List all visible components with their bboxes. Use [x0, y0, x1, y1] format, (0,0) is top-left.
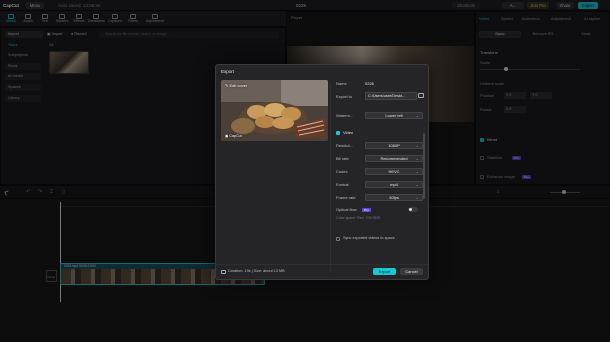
sync-label: Sync exported videos to space [343, 236, 395, 240]
edit-cover-button[interactable]: ✎ Edit cover [225, 83, 247, 88]
bitrate-select[interactable]: Recommended ⌄ [365, 155, 423, 162]
watermark-logo: ▣ CapCut [225, 134, 242, 138]
framerate-select[interactable]: 30fps ⌄ [365, 194, 423, 201]
toggle-knob [409, 208, 412, 211]
bread-photo [221, 80, 328, 141]
name-label: Name [336, 81, 347, 86]
chevron-down-icon: ⌄ [415, 113, 419, 118]
export-path-field[interactable]: C:/Users/user/Deskt... [365, 92, 417, 100]
video-checkbox[interactable] [336, 131, 340, 135]
cover-image[interactable]: ✎ Edit cover ▣ CapCut [221, 80, 328, 141]
cancel-button[interactable]: Cancel [400, 268, 423, 275]
resolution-label: Resolut... [336, 143, 353, 148]
bitrate-label: Bit rate [336, 156, 349, 161]
format-label: Format [336, 182, 349, 187]
export-button[interactable]: Export [373, 268, 396, 275]
pro-badge: Pro [362, 208, 371, 212]
format-select[interactable]: mp4 ⌄ [365, 181, 423, 188]
optical-flow-label: Optical flow [336, 207, 357, 212]
chevron-down-icon: ⌄ [415, 156, 419, 161]
film-icon [221, 270, 226, 274]
video-section-label: Video [343, 130, 354, 135]
watermark-label: Waterm... [336, 113, 354, 118]
capcut-window: CapCut Menu Auto saved: 13:58:55 0226 Sh… [0, 0, 610, 342]
scrollbar[interactable] [423, 133, 425, 199]
chevron-down-icon: ⌄ [415, 195, 419, 200]
export-to-label: Export to [336, 94, 353, 99]
resolution-select[interactable]: 1080P ⌄ [365, 142, 423, 149]
watermark-select[interactable]: Lower left ⌄ [365, 112, 423, 119]
codec-select[interactable]: HEVC ⌄ [365, 168, 423, 175]
folder-icon[interactable] [418, 93, 424, 98]
optical-flow-toggle[interactable] [408, 207, 418, 212]
chevron-down-icon: ⌄ [415, 143, 419, 148]
color-space-info: Color space: Rec. 709 SDR [336, 216, 381, 220]
name-field[interactable]: 0226 [365, 81, 374, 86]
export-dialog: Export ✎ Edit cover ▣ CapCut Name 0226 E… [215, 64, 429, 280]
framerate-label: Frame rate [336, 195, 356, 200]
dialog-divider [330, 83, 331, 273]
chevron-down-icon: ⌄ [415, 169, 419, 174]
sync-checkbox[interactable] [336, 237, 340, 241]
dialog-title: Export [221, 69, 235, 74]
codec-label: Codec [336, 169, 348, 174]
chevron-down-icon: ⌄ [415, 182, 419, 187]
footer-divider [216, 264, 428, 265]
duration-info: Duration: 19s | Size: about 13 MB [228, 269, 285, 273]
